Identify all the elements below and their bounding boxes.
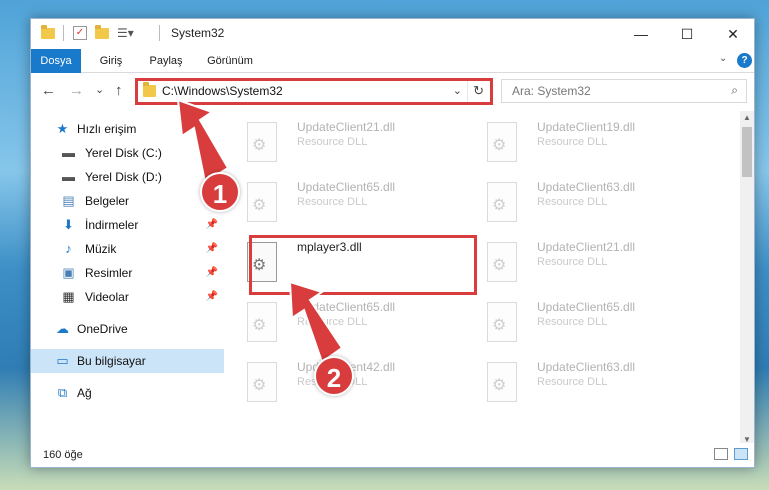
annotation-arrows: [176, 98, 344, 364]
callout-two: 2: [314, 356, 354, 396]
arrow-two: [288, 280, 344, 364]
arrow-one: [176, 98, 230, 184]
callout-one: 1: [200, 172, 240, 212]
